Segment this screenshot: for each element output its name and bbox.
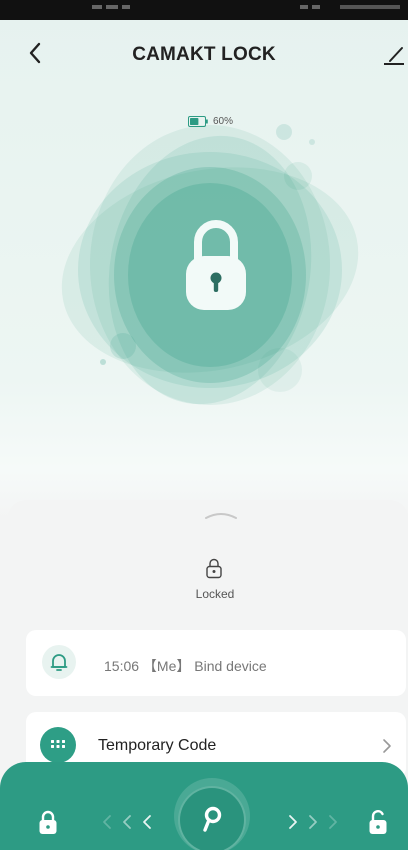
unlock-button[interactable] xyxy=(366,808,390,836)
status-bar xyxy=(0,0,408,20)
panel-drag-handle[interactable] xyxy=(204,510,238,520)
log-icon-badge xyxy=(42,645,76,679)
status-icons-left xyxy=(92,5,130,9)
slide-right-arrows xyxy=(289,815,337,829)
temporary-code-label: Temporary Code xyxy=(98,737,217,754)
keypad-icon xyxy=(51,740,65,748)
bell-icon xyxy=(50,654,68,671)
key-icon xyxy=(203,806,222,832)
log-entry-text: 15:06 【Me】 Bind device xyxy=(104,658,267,674)
temporary-code-icon-badge xyxy=(40,727,76,763)
lock-closed-icon xyxy=(206,558,222,579)
lock-status-button[interactable] xyxy=(176,210,256,320)
lock-button[interactable] xyxy=(36,808,60,836)
padlock-icon xyxy=(186,220,246,310)
lock-closed-icon xyxy=(39,810,57,834)
slide-left-arrows xyxy=(103,815,151,829)
page-title: CAMAKT LOCK xyxy=(132,44,276,65)
chevron-right-icon xyxy=(383,739,391,753)
status-icons-right xyxy=(300,5,400,9)
edit-button[interactable] xyxy=(380,42,408,70)
pencil-icon xyxy=(384,47,404,65)
header: CAMAKT LOCK xyxy=(0,20,408,90)
lock-open-icon xyxy=(369,810,387,834)
lock-state-label: Locked xyxy=(195,587,235,601)
slider-handle[interactable] xyxy=(180,788,244,850)
